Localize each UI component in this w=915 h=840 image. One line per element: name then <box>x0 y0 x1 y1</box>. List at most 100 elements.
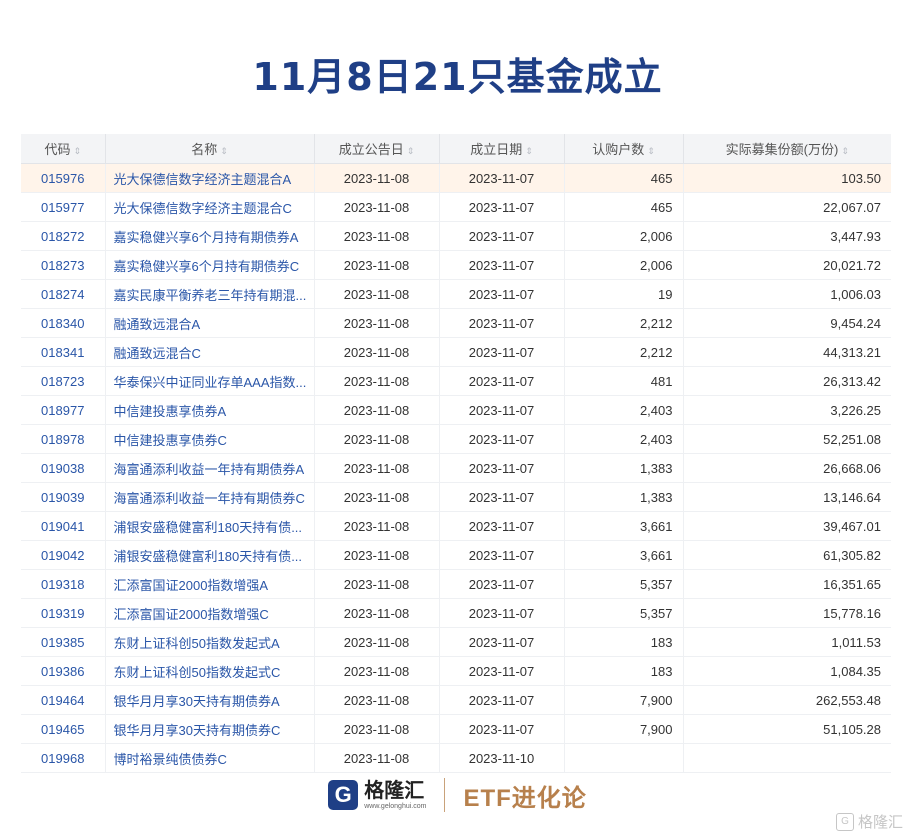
fund-name-cell[interactable]: 嘉实稳健兴享6个月持有期债券A <box>105 221 315 251</box>
sort-icon[interactable]: ⇕ <box>407 146 415 156</box>
sort-icon[interactable]: ⇕ <box>647 146 655 156</box>
fund-name-cell[interactable]: 银华月月享30天持有期债券A <box>105 685 315 715</box>
header-pub-date[interactable]: 成立公告日 ⇕ <box>314 134 440 164</box>
amount-cell: 20,021.72 <box>683 250 891 280</box>
table-row[interactable]: 019042 浦银安盛稳健富利180天持有债... 2023-11-08 2023-1… <box>21 540 891 570</box>
est-date-cell: 2023-11-07 <box>439 453 565 483</box>
pub-date-cell: 2023-11-08 <box>314 598 440 628</box>
table-row[interactable]: 018274 嘉实民康平衡养老三年持有期混... 2023-11-08 2023-11… <box>21 279 891 309</box>
fund-name-cell[interactable]: 嘉实民康平衡养老三年持有期混... <box>105 279 315 309</box>
sort-icon[interactable]: ⇕ <box>220 146 228 156</box>
table-row[interactable]: 019319 汇添富国证2000指数增强C 2023-11-08 2023-11-07… <box>21 598 891 628</box>
table-row[interactable]: 015976 光大保德信数字经济主题混合A 2023-11-08 2023-11-07… <box>21 163 891 193</box>
pub-date-cell: 2023-11-08 <box>314 540 440 570</box>
g-logo-icon: G <box>328 780 359 810</box>
header-amount[interactable]: 实际募集份额(万份) ⇕ <box>683 134 891 164</box>
table-row[interactable]: 018723 华泰保兴中证同业存单AAA指数... 2023-11-08 2023-1… <box>21 366 891 396</box>
fund-code-cell[interactable]: 018341 <box>21 337 106 367</box>
amount-cell: 22,067.07 <box>683 192 891 222</box>
amount-cell: 52,251.08 <box>683 424 891 454</box>
est-date-cell: 2023-11-07 <box>439 685 565 715</box>
fund-code-cell[interactable]: 019042 <box>21 540 106 570</box>
fund-name-cell[interactable]: 浦银安盛稳健富利180天持有债... <box>105 540 315 570</box>
pub-date-cell: 2023-11-08 <box>314 511 440 541</box>
fund-name-cell[interactable]: 东财上证科创50指数发起式A <box>105 627 315 657</box>
amount-cell: 1,011.53 <box>683 627 891 657</box>
fund-name-cell[interactable]: 海富通添利收益一年持有期债券A <box>105 453 315 483</box>
table-row[interactable]: 018978 中信建投惠享债券C 2023-11-08 2023-11-07 2,403… <box>21 424 891 454</box>
amount-cell: 44,313.21 <box>683 337 891 367</box>
fund-name-cell[interactable]: 银华月月享30天持有期债券C <box>105 714 315 744</box>
table-row[interactable]: 019465 银华月月享30天持有期债券C 2023-11-08 2023-11-07… <box>21 714 891 744</box>
subscribers-cell: 465 <box>564 192 684 222</box>
fund-code-cell[interactable]: 018978 <box>21 424 106 454</box>
table-row[interactable]: 015977 光大保德信数字经济主题混合C 2023-11-08 2023-11-07… <box>21 192 891 222</box>
fund-name-cell[interactable]: 融通致远混合C <box>105 337 315 367</box>
header-subscribers[interactable]: 认购户数 ⇕ <box>564 134 684 164</box>
table-row[interactable]: 019041 浦银安盛稳健富利180天持有债... 2023-11-08 2023-1… <box>21 511 891 541</box>
fund-name-cell[interactable]: 汇添富国证2000指数增强A <box>105 569 315 599</box>
subscribers-cell: 2,403 <box>564 424 684 454</box>
fund-code-cell[interactable]: 019041 <box>21 511 106 541</box>
amount-cell: 1,084.35 <box>683 656 891 686</box>
fund-name-cell[interactable]: 光大保德信数字经济主题混合C <box>105 192 315 222</box>
fund-code-cell[interactable]: 019464 <box>21 685 106 715</box>
fund-name-cell[interactable]: 光大保德信数字经济主题混合A <box>105 163 315 193</box>
fund-code-cell[interactable]: 019319 <box>21 598 106 628</box>
est-date-cell: 2023-11-07 <box>439 221 565 251</box>
fund-name-cell[interactable]: 博时裕景纯债债券C <box>105 743 315 773</box>
fund-name-cell[interactable]: 华泰保兴中证同业存单AAA指数... <box>105 366 315 396</box>
sort-icon[interactable]: ⇕ <box>73 146 81 156</box>
fund-name-cell[interactable]: 中信建投惠享债券A <box>105 395 315 425</box>
fund-code-cell[interactable]: 015977 <box>21 192 106 222</box>
header-code[interactable]: 代码 ⇕ <box>21 134 106 164</box>
footer-divider <box>444 778 446 812</box>
fund-name-cell[interactable]: 海富通添利收益一年持有期债券C <box>105 482 315 512</box>
fund-name-cell[interactable]: 汇添富国证2000指数增强C <box>105 598 315 628</box>
fund-name-cell[interactable]: 东财上证科创50指数发起式C <box>105 656 315 686</box>
fund-code-cell[interactable]: 019386 <box>21 656 106 686</box>
fund-code-cell[interactable]: 019385 <box>21 627 106 657</box>
table-row[interactable]: 019038 海富通添利收益一年持有期债券A 2023-11-08 2023-11-0… <box>21 453 891 483</box>
fund-code-cell[interactable]: 019038 <box>21 453 106 483</box>
table-row[interactable]: 019386 东财上证科创50指数发起式C 2023-11-08 2023-11-07… <box>21 656 891 686</box>
fund-name-cell[interactable]: 融通致远混合A <box>105 308 315 338</box>
pub-date-cell: 2023-11-08 <box>314 395 440 425</box>
fund-name-cell[interactable]: 中信建投惠享债券C <box>105 424 315 454</box>
watermark: G 格隆汇 <box>835 811 903 832</box>
table-row[interactable]: 018340 融通致远混合A 2023-11-08 2023-11-07 2,212 9,… <box>21 308 891 338</box>
fund-code-cell[interactable]: 019318 <box>21 569 106 599</box>
fund-code-cell[interactable]: 018723 <box>21 366 106 396</box>
fund-code-cell[interactable]: 019968 <box>21 743 106 773</box>
est-date-cell: 2023-11-07 <box>439 598 565 628</box>
pub-date-cell: 2023-11-08 <box>314 308 440 338</box>
fund-code-cell[interactable]: 018274 <box>21 279 106 309</box>
fund-code-cell[interactable]: 015976 <box>21 163 106 193</box>
pub-date-cell: 2023-11-08 <box>314 685 440 715</box>
table-row[interactable]: 018977 中信建投惠享债券A 2023-11-08 2023-11-07 2,403… <box>21 395 891 425</box>
fund-name-cell[interactable]: 浦银安盛稳健富利180天持有债... <box>105 511 315 541</box>
fund-code-cell[interactable]: 018273 <box>21 250 106 280</box>
fund-code-cell[interactable]: 018340 <box>21 308 106 338</box>
header-name[interactable]: 名称 ⇕ <box>105 134 315 164</box>
fund-code-cell[interactable]: 018272 <box>21 221 106 251</box>
table-row[interactable]: 019385 东财上证科创50指数发起式A 2023-11-08 2023-11-07… <box>21 627 891 657</box>
pub-date-cell: 2023-11-08 <box>314 714 440 744</box>
table-row[interactable]: 019039 海富通添利收益一年持有期债券C 2023-11-08 2023-11-0… <box>21 482 891 512</box>
table-row[interactable]: 018272 嘉实稳健兴享6个月持有期债券A 2023-11-08 2023-11-0… <box>21 221 891 251</box>
table-row[interactable]: 018273 嘉实稳健兴享6个月持有期债券C 2023-11-08 2023-11-0… <box>21 250 891 280</box>
header-est-date[interactable]: 成立日期 ⇕ <box>439 134 565 164</box>
table-row[interactable]: 019464 银华月月享30天持有期债券A 2023-11-08 2023-11-07… <box>21 685 891 715</box>
table-row[interactable]: 019318 汇添富国证2000指数增强A 2023-11-08 2023-11-07… <box>21 569 891 599</box>
fund-name-cell[interactable]: 嘉实稳健兴享6个月持有期债券C <box>105 250 315 280</box>
sort-icon[interactable]: ⇕ <box>525 146 533 156</box>
pub-date-cell: 2023-11-08 <box>314 221 440 251</box>
table-row[interactable]: 018341 融通致远混合C 2023-11-08 2023-11-07 2,212 44… <box>21 337 891 367</box>
amount-cell: 13,146.64 <box>683 482 891 512</box>
table-row[interactable]: 019968 博时裕景纯债债券C 2023-11-08 2023-11-10 <box>21 743 891 773</box>
fund-code-cell[interactable]: 019039 <box>21 482 106 512</box>
fund-code-cell[interactable]: 019465 <box>21 714 106 744</box>
sort-icon[interactable]: ⇕ <box>841 146 849 156</box>
fund-code-cell[interactable]: 018977 <box>21 395 106 425</box>
table-body: 015976 光大保德信数字经济主题混合A 2023-11-08 2023-11-07… <box>21 163 891 773</box>
